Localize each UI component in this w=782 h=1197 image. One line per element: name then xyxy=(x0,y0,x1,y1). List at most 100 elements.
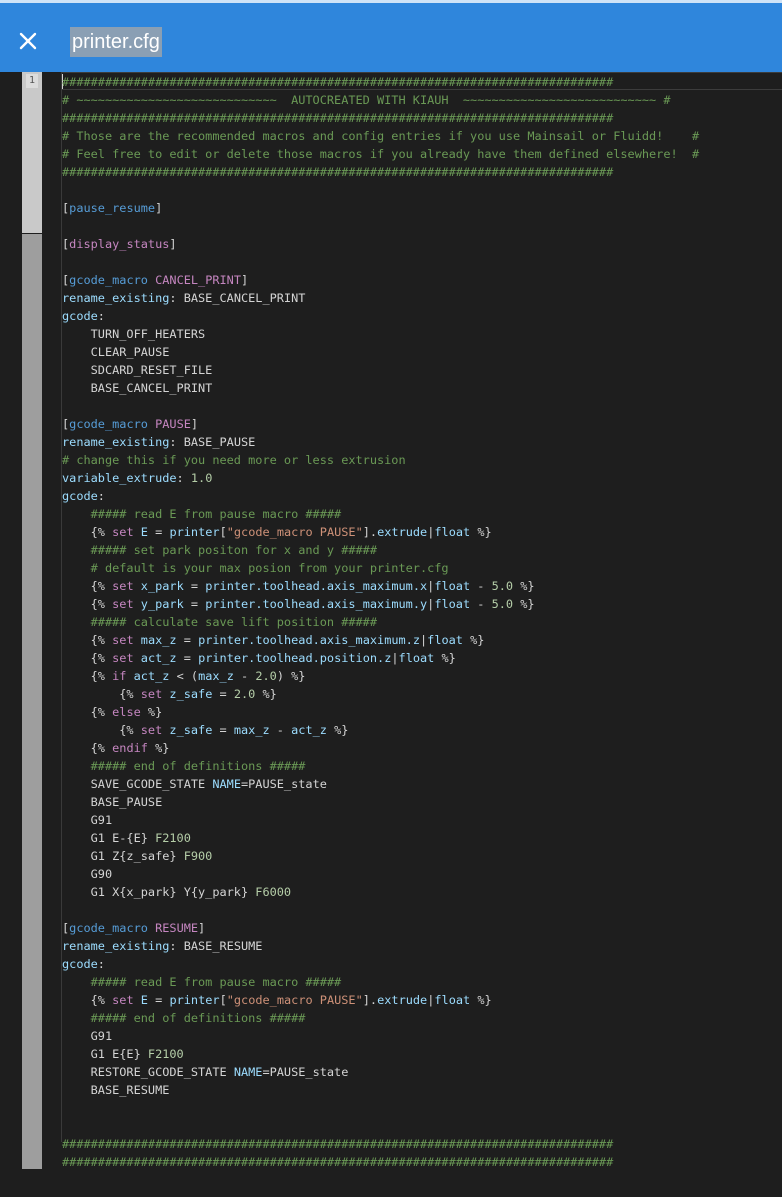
code-line[interactable]: BASE_PAUSE xyxy=(62,793,699,811)
code-line[interactable]: G1 Z{z_safe} F900 xyxy=(62,847,699,865)
code-content[interactable]: ########################################… xyxy=(62,73,699,1171)
code-line[interactable] xyxy=(62,1117,699,1135)
code-line[interactable]: # Feel free to edit or delete those macr… xyxy=(62,145,699,163)
code-token: - xyxy=(470,597,492,611)
code-token: rename_existing xyxy=(62,435,170,449)
code-line[interactable]: rename_existing: BASE_RESUME xyxy=(62,937,699,955)
code-line[interactable]: ##### end of definitions ##### xyxy=(62,1009,699,1027)
code-token: float xyxy=(434,525,471,539)
code-line[interactable]: RESTORE_GCODE_STATE NAME=PAUSE_state xyxy=(62,1063,699,1081)
code-line[interactable]: SAVE_GCODE_STATE NAME=PAUSE_state xyxy=(62,775,699,793)
code-token: = xyxy=(176,633,199,647)
code-token: ########################################… xyxy=(62,75,614,89)
code-line[interactable]: # Those are the recommended macros and c… xyxy=(62,127,699,145)
code-token: = xyxy=(212,723,234,737)
code-token: NAME xyxy=(233,1065,263,1079)
code-line[interactable]: {% set y_park = printer.toolhead.axis_ma… xyxy=(62,595,699,613)
code-line[interactable]: G91 xyxy=(62,1027,699,1045)
code-token: 5.0 xyxy=(491,579,514,593)
code-line[interactable]: ##### set park positon for x and y ##### xyxy=(62,541,699,559)
code-token: max_z xyxy=(198,669,234,683)
code-line[interactable]: ########################################… xyxy=(62,1135,699,1153)
code-token: if xyxy=(112,669,127,683)
code-token: display_status xyxy=(69,237,170,251)
code-line[interactable]: [gcode_macro CANCEL_PRINT] xyxy=(62,271,699,289)
code-line[interactable]: CLEAR_PAUSE xyxy=(62,343,699,361)
code-line[interactable]: rename_existing: BASE_PAUSE xyxy=(62,433,699,451)
code-line[interactable]: # default is your max posion from your p… xyxy=(62,559,699,577)
code-line[interactable]: ##### read E from pause macro ##### xyxy=(62,973,699,991)
code-line[interactable]: ##### calculate save lift position ##### xyxy=(62,613,699,631)
code-line[interactable] xyxy=(62,253,699,271)
code-line[interactable]: gcode: xyxy=(62,307,699,325)
code-token: =PAUSE_state xyxy=(240,777,327,791)
code-token: G1 X{x_park} Y{y_park} xyxy=(62,885,256,899)
code-token: ] xyxy=(155,201,163,215)
code-line[interactable]: # change this if you need more or less e… xyxy=(62,451,699,469)
code-line[interactable]: G90 xyxy=(62,865,699,883)
code-line[interactable]: G1 X{x_park} Y{y_park} F6000 xyxy=(62,883,699,901)
code-line[interactable]: ########################################… xyxy=(62,73,699,91)
code-line[interactable]: {% if act_z < (max_z - 2.0) %} xyxy=(62,667,699,685)
file-name-title[interactable]: printer.cfg xyxy=(70,27,162,57)
code-line[interactable]: {% set z_safe = max_z - act_z %} xyxy=(62,721,699,739)
code-line[interactable]: [pause_resume] xyxy=(62,199,699,217)
code-token: printer.toolhead.axis_maximum.x xyxy=(205,579,428,593)
code-line[interactable]: {% set E = printer["gcode_macro PAUSE"].… xyxy=(62,991,699,1009)
code-line[interactable]: variable_extrude: 1.0 xyxy=(62,469,699,487)
code-token: RESTORE_GCODE_STATE xyxy=(62,1065,234,1079)
code-line[interactable]: ########################################… xyxy=(62,109,699,127)
code-line[interactable]: gcode: xyxy=(62,487,699,505)
code-token: ########################################… xyxy=(62,1155,614,1169)
code-token: # default is your max posion from your p… xyxy=(62,561,449,575)
code-token: act_z xyxy=(291,723,327,737)
code-token: z_safe xyxy=(169,687,213,701)
code-line[interactable]: {% set max_z = printer.toolhead.axis_max… xyxy=(62,631,699,649)
code-line[interactable]: {% else %} xyxy=(62,703,699,721)
code-line[interactable] xyxy=(62,901,699,919)
code-token: set xyxy=(112,633,134,647)
code-line[interactable]: G1 E{E} F2100 xyxy=(62,1045,699,1063)
gutter-fold-region[interactable] xyxy=(22,234,42,1169)
code-token: max_z xyxy=(140,633,177,647)
editor-header: printer.cfg xyxy=(0,0,782,72)
code-line[interactable]: ##### read E from pause macro ##### xyxy=(62,505,699,523)
code-line[interactable]: gcode: xyxy=(62,955,699,973)
code-line[interactable]: [gcode_macro RESUME] xyxy=(62,919,699,937)
code-line[interactable]: {% set z_safe = 2.0 %} xyxy=(62,685,699,703)
code-line[interactable]: {% set E = printer["gcode_macro PAUSE"].… xyxy=(62,523,699,541)
code-line[interactable]: {% set x_park = printer.toolhead.axis_ma… xyxy=(62,577,699,595)
gutter-fold-region[interactable] xyxy=(22,72,42,233)
code-line[interactable]: ##### end of definitions ##### xyxy=(62,757,699,775)
code-token: max_z xyxy=(233,723,270,737)
code-token: act_z xyxy=(133,669,170,683)
code-token: G1 Z{z_safe} xyxy=(62,849,184,863)
code-token: | xyxy=(391,651,399,665)
code-line[interactable]: ########################################… xyxy=(62,1153,699,1171)
code-editor[interactable]: 1 ######################################… xyxy=(0,72,782,1197)
code-token: {% xyxy=(62,579,113,593)
code-line[interactable]: [display_status] xyxy=(62,235,699,253)
code-token: = xyxy=(212,687,234,701)
code-line[interactable]: BASE_CANCEL_PRINT xyxy=(62,379,699,397)
code-line[interactable] xyxy=(62,181,699,199)
code-line[interactable] xyxy=(62,397,699,415)
code-line[interactable]: TURN_OFF_HEATERS xyxy=(62,325,699,343)
code-line[interactable]: rename_existing: BASE_CANCEL_PRINT xyxy=(62,289,699,307)
code-line[interactable]: G1 E-{E} F2100 xyxy=(62,829,699,847)
code-line[interactable]: BASE_RESUME xyxy=(62,1081,699,1099)
code-line[interactable]: G91 xyxy=(62,811,699,829)
code-line[interactable]: [gcode_macro PAUSE] xyxy=(62,415,699,433)
code-token: variable_extrude xyxy=(62,471,177,485)
code-line[interactable]: # ~~~~~~~~~~~~~~~~~~~~~~~~~~~~ AUTOCREAT… xyxy=(62,91,699,109)
code-line[interactable]: SDCARD_RESET_FILE xyxy=(62,361,699,379)
code-line[interactable]: ########################################… xyxy=(62,163,699,181)
code-line[interactable]: {% endif %} xyxy=(62,739,699,757)
close-button[interactable] xyxy=(14,27,42,55)
code-line[interactable] xyxy=(62,217,699,235)
code-token: CLEAR_PAUSE xyxy=(62,345,170,359)
code-token: - xyxy=(470,579,492,593)
code-line[interactable]: {% set act_z = printer.toolhead.position… xyxy=(62,649,699,667)
code-line[interactable] xyxy=(62,1099,699,1117)
